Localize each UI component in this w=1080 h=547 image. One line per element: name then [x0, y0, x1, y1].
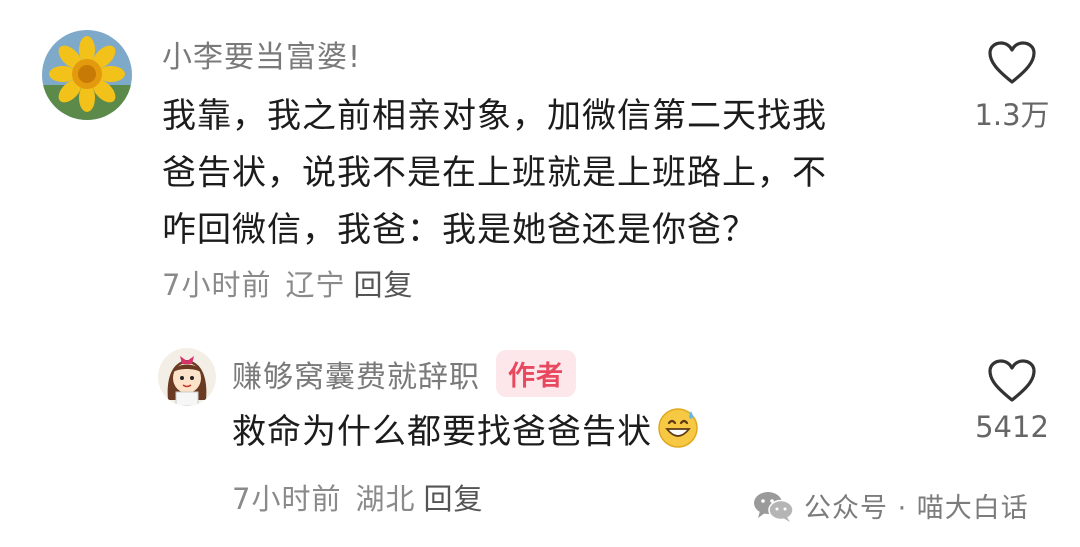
grinning-sweat-emoji-icon [658, 408, 698, 448]
reply-location: 湖北 [355, 482, 416, 516]
reply-like-count: 5412 [975, 410, 1049, 444]
wechat-icon [754, 491, 794, 522]
cartoon-girl-icon [158, 348, 216, 406]
sunflower-icon [42, 30, 132, 120]
reply-time: 7小时前 [232, 482, 342, 516]
reply-button[interactable]: 回复 [353, 268, 413, 302]
heart-icon [988, 359, 1036, 402]
comment-line: 爸告状，说我不是在上班就是上班路上，不 [162, 153, 827, 193]
reply-meta: 7小时前 湖北 回复 [232, 476, 483, 518]
reply-username[interactable]: 赚够窝囊费就辞职 [232, 352, 480, 396]
commenter-username[interactable]: 小李要当富婆! [162, 32, 361, 76]
watermark-text: 公众号 · 喵大白话 [804, 493, 1029, 524]
reply-text: 救命为什么都要找爸爸告状 [232, 412, 652, 452]
reply-header: 赚够窝囊费就辞职 作者 [232, 350, 576, 397]
comment-text: 我靠，我之前相亲对象，加微信第二天找我 爸告状，说我不是在上班就是上班路上，不 … [162, 88, 942, 259]
comment-time: 7小时前 [162, 268, 272, 302]
comment-meta: 7小时前 辽宁 回复 [162, 262, 413, 304]
author-badge: 作者 [496, 350, 576, 397]
reply-reply-button[interactable]: 回复 [423, 482, 483, 516]
comment-line: 我靠，我之前相亲对象，加微信第二天找我 [162, 96, 827, 136]
like-count: 1.3万 [974, 98, 1050, 132]
avatar-reply-author[interactable] [158, 348, 216, 406]
reply-text-row: 救命为什么都要找爸爸告状 [232, 404, 700, 461]
watermark: 公众号 · 喵大白话 [752, 486, 1029, 525]
reply-like-button[interactable]: 5412 [972, 358, 1052, 444]
like-button[interactable]: 1.3万 [972, 40, 1052, 134]
comment-line: 咋回微信，我爸：我是她爸还是你爸？ [162, 210, 757, 250]
comment-location: 辽宁 [285, 268, 346, 302]
heart-icon [988, 41, 1036, 84]
avatar-main-commenter[interactable] [42, 30, 132, 120]
